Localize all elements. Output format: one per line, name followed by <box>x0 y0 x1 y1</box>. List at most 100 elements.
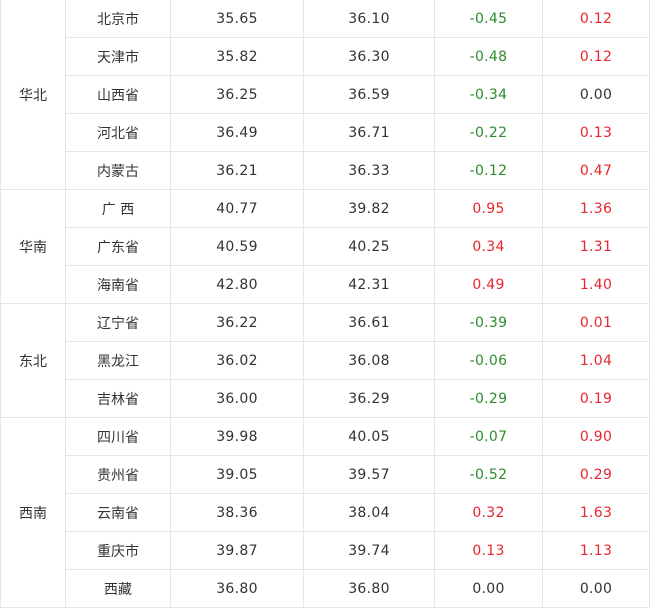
current-price-cell: 36.49 <box>170 113 304 152</box>
table-row: 华北 北京市 35.65 36.10 -0.45 0.12 <box>0 0 650 190</box>
current-price-cell: 36.80 <box>170 569 304 608</box>
province-cell: 云南省 <box>65 493 171 532</box>
province-cell: 山西省 <box>65 75 171 114</box>
change-cell: 0.95 <box>434 189 543 228</box>
previous-price-cell: 42.31 <box>303 265 435 304</box>
region-cell: 华南 <box>0 189 66 304</box>
table-row: 海南省 42.80 42.31 0.49 1.40 <box>1 265 650 304</box>
previous-price-cell: 36.80 <box>303 569 435 608</box>
current-price-cell: 36.25 <box>170 75 304 114</box>
current-price-cell: 42.80 <box>170 265 304 304</box>
yoy-cell: 0.29 <box>542 455 650 494</box>
current-price-cell: 36.02 <box>170 341 304 380</box>
change-cell: -0.48 <box>434 37 543 76</box>
previous-price-cell: 38.04 <box>303 493 435 532</box>
previous-price-cell: 36.33 <box>303 151 435 190</box>
previous-price-cell: 36.08 <box>303 341 435 380</box>
table-row: 东北 辽宁省 36.22 36.61 -0.39 0.01 <box>0 303 650 418</box>
province-cell: 天津市 <box>65 37 171 76</box>
change-cell: -0.45 <box>434 0 543 38</box>
yoy-cell: 1.31 <box>542 227 650 266</box>
table-row: 西藏 36.80 36.80 0.00 0.00 <box>1 569 650 608</box>
yoy-cell: 1.63 <box>542 493 650 532</box>
province-cell: 北京市 <box>65 0 171 38</box>
table-row: 天津市 35.82 36.30 -0.48 0.12 <box>1 37 650 76</box>
current-price-cell: 35.65 <box>170 0 304 38</box>
yoy-cell: 0.00 <box>542 569 650 608</box>
province-cell: 四川省 <box>65 417 171 456</box>
current-price-cell: 36.21 <box>170 151 304 190</box>
table-row: 西南 四川省 39.98 40.05 -0.07 0.90 <box>0 417 650 608</box>
table-row: 河北省 36.49 36.71 -0.22 0.13 <box>1 113 650 152</box>
yoy-cell: 0.90 <box>542 417 650 456</box>
change-cell: -0.22 <box>434 113 543 152</box>
province-cell: 西藏 <box>65 569 171 608</box>
table-row: 广东省 40.59 40.25 0.34 1.31 <box>1 227 650 266</box>
current-price-cell: 36.22 <box>170 303 304 342</box>
current-price-cell: 40.77 <box>170 189 304 228</box>
province-cell: 重庆市 <box>65 531 171 570</box>
current-price-cell: 39.87 <box>170 531 304 570</box>
previous-price-cell: 36.30 <box>303 37 435 76</box>
previous-price-cell: 36.29 <box>303 379 435 418</box>
previous-price-cell: 36.10 <box>303 0 435 38</box>
change-cell: -0.34 <box>434 75 543 114</box>
change-cell: -0.52 <box>434 455 543 494</box>
previous-price-cell: 39.82 <box>303 189 435 228</box>
province-cell: 海南省 <box>65 265 171 304</box>
previous-price-cell: 39.74 <box>303 531 435 570</box>
change-cell: -0.12 <box>434 151 543 190</box>
current-price-cell: 39.05 <box>170 455 304 494</box>
yoy-cell: 0.47 <box>542 151 650 190</box>
change-cell: -0.29 <box>434 379 543 418</box>
current-price-cell: 39.98 <box>170 417 304 456</box>
table-row: 贵州省 39.05 39.57 -0.52 0.29 <box>1 455 650 494</box>
province-cell: 吉林省 <box>65 379 171 418</box>
yoy-cell: 0.00 <box>542 75 650 114</box>
change-cell: -0.39 <box>434 303 543 342</box>
region-cell: 西南 <box>0 417 66 608</box>
yoy-cell: 0.13 <box>542 113 650 152</box>
change-cell: 0.32 <box>434 493 543 532</box>
province-cell: 黑龙江 <box>65 341 171 380</box>
yoy-cell: 1.36 <box>542 189 650 228</box>
province-cell: 内蒙古 <box>65 151 171 190</box>
province-cell: 辽宁省 <box>65 303 171 342</box>
province-cell: 河北省 <box>65 113 171 152</box>
table-row: 黑龙江 36.02 36.08 -0.06 1.04 <box>1 341 650 380</box>
yoy-cell: 1.04 <box>542 341 650 380</box>
table-row: 内蒙古 36.21 36.33 -0.12 0.47 <box>1 151 650 190</box>
previous-price-cell: 39.57 <box>303 455 435 494</box>
yoy-cell: 1.13 <box>542 531 650 570</box>
change-cell: 0.49 <box>434 265 543 304</box>
table-row: 吉林省 36.00 36.29 -0.29 0.19 <box>1 379 650 418</box>
province-cell: 贵州省 <box>65 455 171 494</box>
yoy-cell: 0.12 <box>542 0 650 38</box>
table-row: 重庆市 39.87 39.74 0.13 1.13 <box>1 531 650 570</box>
change-cell: -0.06 <box>434 341 543 380</box>
current-price-cell: 40.59 <box>170 227 304 266</box>
current-price-cell: 36.00 <box>170 379 304 418</box>
price-table-body: 华北 北京市 35.65 36.10 -0.45 0.12 天津市 35.82 … <box>0 0 650 608</box>
previous-price-cell: 36.59 <box>303 75 435 114</box>
region-cell: 东北 <box>0 303 66 418</box>
previous-price-cell: 36.71 <box>303 113 435 152</box>
change-cell: -0.07 <box>434 417 543 456</box>
current-price-cell: 35.82 <box>170 37 304 76</box>
province-cell: 广 西 <box>65 189 171 228</box>
yoy-cell: 0.19 <box>542 379 650 418</box>
yoy-cell: 0.12 <box>542 37 650 76</box>
province-cell: 广东省 <box>65 227 171 266</box>
current-price-cell: 38.36 <box>170 493 304 532</box>
previous-price-cell: 40.25 <box>303 227 435 266</box>
previous-price-cell: 36.61 <box>303 303 435 342</box>
region-cell: 华北 <box>0 0 66 190</box>
table-row: 华南 广 西 40.77 39.82 0.95 1.36 <box>0 189 650 304</box>
change-cell: 0.34 <box>434 227 543 266</box>
table-row: 山西省 36.25 36.59 -0.34 0.00 <box>1 75 650 114</box>
previous-price-cell: 40.05 <box>303 417 435 456</box>
change-cell: 0.13 <box>434 531 543 570</box>
price-table: 华北 北京市 35.65 36.10 -0.45 0.12 天津市 35.82 … <box>0 0 650 608</box>
table-row: 云南省 38.36 38.04 0.32 1.63 <box>1 493 650 532</box>
change-cell: 0.00 <box>434 569 543 608</box>
